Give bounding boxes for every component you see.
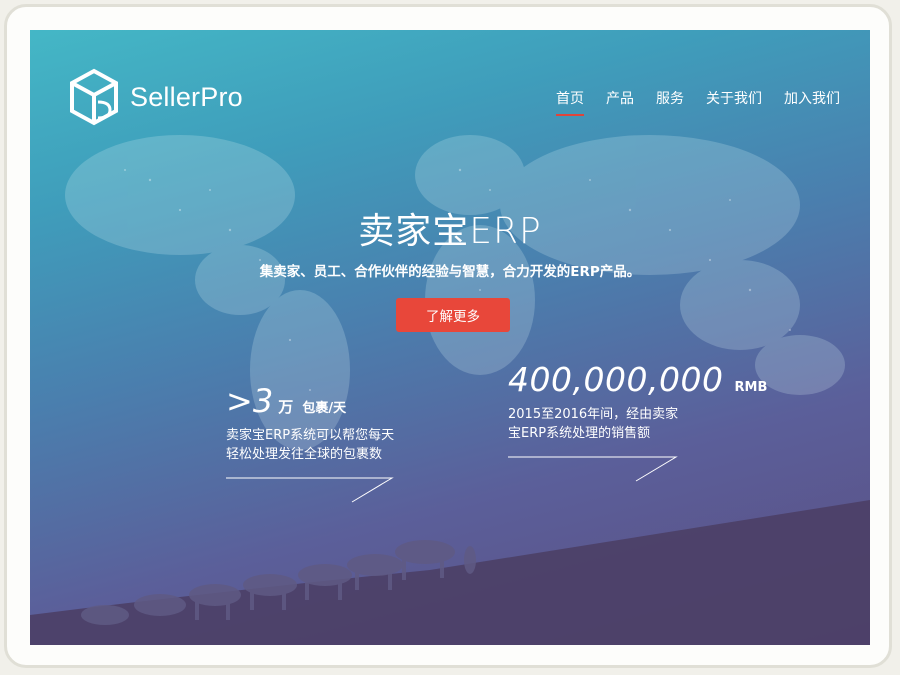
stat-parcels-desc-line1: 卖家宝ERP系统可以帮您每天	[226, 428, 395, 443]
learn-more-button[interactable]: 了解更多	[396, 298, 510, 332]
nav-item-home[interactable]: 首页	[556, 88, 584, 116]
stat-parcels-value: 3	[252, 382, 274, 420]
stat-sales-desc-line2: 宝ERP系统处理的销售额	[508, 426, 651, 441]
stat-parcels-suffix: 包裹/天	[302, 401, 347, 416]
stat-parcels-prefix: >	[226, 382, 253, 420]
main-nav: 首页 产品 服务 关于我们 加入我们	[534, 88, 840, 116]
stat-sales-value: 400,000,000	[508, 360, 724, 399]
stat-sales-divider	[508, 456, 678, 482]
hero-subtitle: 集卖家、员工、合作伙伴的经验与智慧，合力开发的ERP产品。	[259, 264, 641, 280]
stat-sales: 400,000,000 RMB 2015至2016年间，经由卖家 宝ERP系统处…	[508, 360, 767, 443]
nav-item-services[interactable]: 服务	[656, 88, 684, 108]
nav-item-about[interactable]: 关于我们	[706, 88, 762, 108]
cube-logo-icon	[70, 68, 118, 126]
stat-sales-headline: 400,000,000 RMB	[508, 360, 767, 399]
stat-parcels: >3 万 包裹/天 卖家宝ERP系统可以帮您每天 轻松处理发往全球的包裹数	[226, 382, 394, 464]
stat-sales-desc-line1: 2015至2016年间，经由卖家	[508, 407, 679, 422]
brand-name: SellerPro	[130, 81, 243, 112]
stat-parcels-desc-line2: 轻松处理发往全球的包裹数	[226, 447, 383, 462]
stat-parcels-unit: 万	[278, 398, 294, 416]
hero-title: 卖家宝ERP	[358, 211, 542, 252]
brand-logo[interactable]: SellerPro	[68, 68, 243, 126]
stat-sales-unit: RMB	[734, 380, 768, 395]
hero-section: SellerPro 首页 产品 服务 关于我们 加入我们 卖家宝ERP 集卖家、…	[30, 30, 870, 645]
nav-item-join[interactable]: 加入我们	[784, 88, 840, 108]
nav-item-products[interactable]: 产品	[606, 88, 634, 108]
stat-parcels-divider	[226, 477, 394, 503]
stat-parcels-headline: >3 万 包裹/天	[226, 382, 394, 420]
